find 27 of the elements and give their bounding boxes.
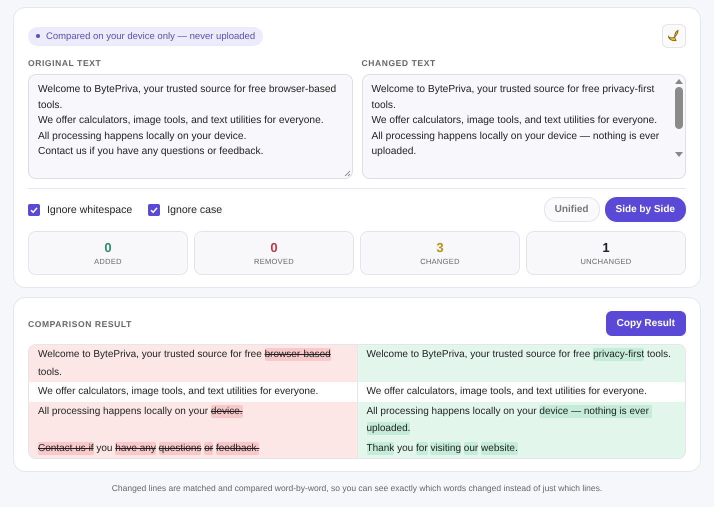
section-title: COMPARISON RESULT: [28, 318, 132, 328]
diff-cell: Contact us if you have any questions or feedback.: [29, 438, 356, 458]
checkbox[interactable]: [28, 204, 40, 216]
footer-note: Changed lines are matched and compared word-by-word, so you can see exactly which words changed instead of just which lines.: [110, 483, 604, 493]
stat-value: 1: [602, 240, 610, 255]
field-label: ORIGINAL TEXT: [28, 58, 102, 68]
stat-value: 3: [436, 240, 444, 255]
diff-cell: All processing happens locally on your device — nothing is ever uploaded.: [356, 402, 685, 438]
checkbox-label: Ignore whitespace: [47, 204, 132, 216]
moon-icon: [667, 29, 681, 43]
checkbox[interactable]: [148, 204, 160, 216]
checkbox-label: Ignore case: [167, 204, 222, 216]
diff-cell: Thank you for visiting our website.: [356, 438, 685, 458]
diff-cell: All processing happens locally on your device.: [29, 402, 356, 438]
changed-text-field[interactable]: Welcome to BytePriva, your trusted source for free privacy-first tools. We offer calculators, image tools, and text utilities for everyone. All processing happens locally on your device — nothing is ever uploaded.: [362, 74, 686, 179]
copy-result-button[interactable]: Copy Result: [606, 311, 686, 336]
view-mode-button[interactable]: Side by Side: [604, 197, 686, 222]
theme-toggle-button[interactable]: [662, 24, 686, 48]
resize-grip-icon[interactable]: [342, 169, 350, 177]
view-mode-button[interactable]: Unified: [544, 197, 600, 222]
stat-value: 0: [270, 240, 278, 255]
diff-cell: Welcome to BytePriva, your trusted source for free browser-based tools.: [29, 345, 356, 382]
diff-cell: Welcome to BytePriva, your trusted source for free privacy-first tools.: [356, 345, 685, 382]
original-text-field[interactable]: Welcome to BytePriva, your trusted source for free browser-based tools. We offer calculators, image tools, and text utilities for everyone. All processing happens locally on your device. Contact us if you have any questions or feedback.: [28, 74, 352, 179]
field-label: CHANGED TEXT: [362, 58, 437, 68]
privacy-badge: Compared on your device only — never uploaded: [28, 26, 264, 46]
stat-value: 0: [104, 240, 112, 255]
